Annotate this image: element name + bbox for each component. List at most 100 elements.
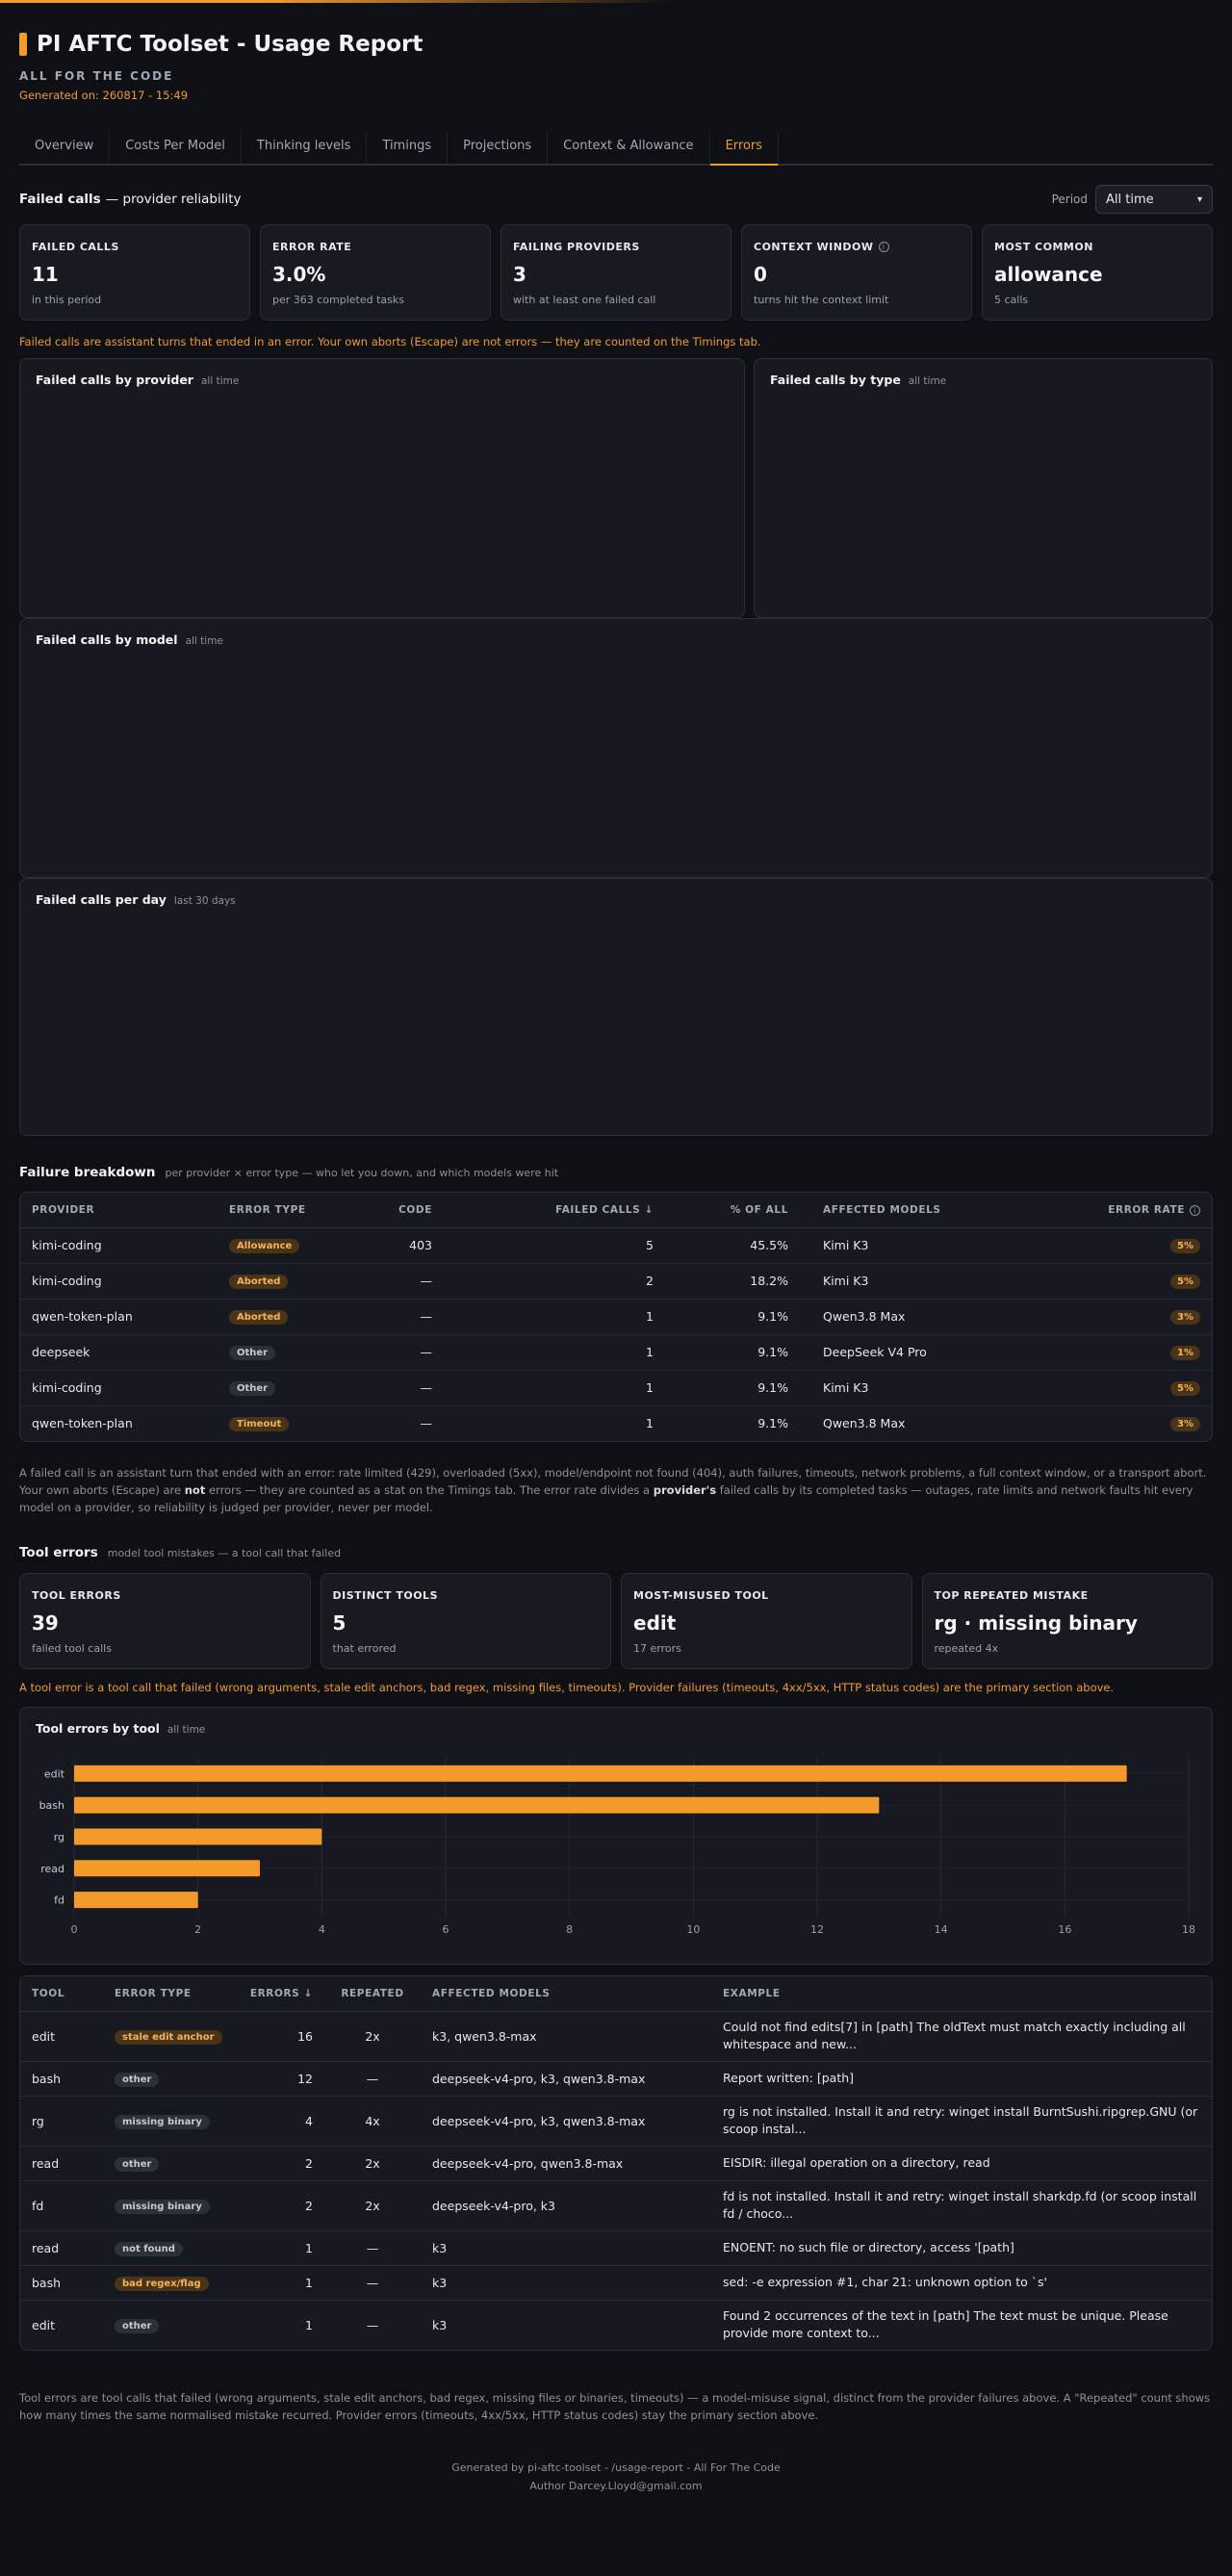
- col-failed-calls[interactable]: FAILED CALLS ↓: [444, 1193, 665, 1228]
- stat-card-value: allowance: [994, 263, 1103, 286]
- section-title: Tool errors: [19, 1545, 98, 1560]
- section-title: Failure breakdown: [19, 1165, 156, 1180]
- col-affected-models[interactable]: AFFECTED MODELS: [421, 1976, 711, 2012]
- cell-affected-models: deepseek-v4-pro, k3: [421, 2180, 711, 2231]
- panel-title: Failed calls per day: [36, 892, 167, 907]
- panel-title: Failed calls by type: [770, 373, 901, 387]
- error-type-badge: Other: [229, 1346, 276, 1360]
- cell-example: Could not find edits[7] in [path] The ol…: [711, 2011, 1212, 2062]
- table-row: fd missing binary 2 2x deepseek-v4-pro, k3 fd…: [20, 2180, 1212, 2231]
- table-row: qwen-token-plan Timeout — 1 9.1% Qwen3.8 Max 3…: [20, 1405, 1212, 1441]
- footer-generated-by: Generated by pi-aftc-toolset - /usage-re…: [451, 2461, 781, 2474]
- section-note: model tool mistakes — a tool call that f…: [107, 1546, 342, 1559]
- stat-card-most-misused-tool: MOST-MISUSED TOOL edit 17 errors: [621, 1573, 912, 1669]
- table-row: rg missing binary 4 4x deepseek-v4-pro, k3, …: [20, 2096, 1212, 2147]
- stat-card-tool-errors: TOOL ERRORS 39 failed tool calls: [19, 1573, 311, 1669]
- col-error-rate[interactable]: ERROR RATE i: [1040, 1193, 1212, 1228]
- cell-error-type: not found: [103, 2230, 238, 2266]
- cell-error-type: Allowance: [218, 1227, 352, 1264]
- table-row: deepseek Other —1 9.1% DeepSeek V4 Pro 1%: [20, 1334, 1212, 1371]
- x-tick-label: 12: [810, 1923, 824, 1936]
- error-type-badge: Other: [229, 1381, 276, 1396]
- cell-error-type: other: [103, 2061, 238, 2097]
- cell-provider: kimi-coding: [20, 1227, 218, 1264]
- x-tick-label: 10: [686, 1923, 700, 1936]
- tab-projections[interactable]: Projections: [448, 133, 549, 164]
- table-row: kimi-coding Other —1 9.1% Kimi K3 5%: [20, 1370, 1212, 1406]
- cell-errors: 1: [238, 2230, 324, 2266]
- error-type-badge: missing binary: [115, 2114, 210, 2129]
- cell-error-rate: 3%: [1040, 1299, 1212, 1335]
- tab-costs-per-model[interactable]: Costs Per Model: [110, 133, 242, 164]
- cell-error-type: missing binary: [103, 2096, 238, 2147]
- cell-errors: 12: [238, 2061, 324, 2097]
- generated-timestamp: Generated on: 260817 - 15:49: [19, 89, 189, 102]
- page-title: PI AFTC Toolset - Usage Report: [37, 32, 424, 57]
- cell-affected-models: DeepSeek V4 Pro: [800, 1334, 1040, 1371]
- stat-card-value: edit: [633, 1611, 677, 1635]
- tab-errors[interactable]: Errors: [709, 133, 780, 166]
- error-type-badge: Aborted: [229, 1275, 289, 1289]
- cell-error-type: Other: [218, 1370, 352, 1406]
- error-rate-badge: 5%: [1170, 1381, 1200, 1396]
- x-tick-label: 14: [935, 1923, 948, 1936]
- cell-repeated: 2x: [324, 2180, 421, 2231]
- cell-error-type: missing binary: [103, 2180, 238, 2231]
- failed-calls-cards: FAILED CALLS 11 in this period ERROR RAT…: [19, 224, 1213, 321]
- error-rate-badge: 5%: [1170, 1239, 1200, 1253]
- col-errors[interactable]: ERRORS ↓: [238, 1976, 324, 2012]
- top-accent-line: [0, 0, 674, 3]
- info-icon[interactable]: i: [1190, 1204, 1200, 1216]
- cell-error-type: bad regex/flag: [103, 2265, 238, 2301]
- stat-card-label: FAILING PROVIDERS: [513, 241, 640, 253]
- cell-repeated: —: [324, 2230, 421, 2266]
- cell-repeated: 2x: [324, 2146, 421, 2181]
- col-provider[interactable]: PROVIDER: [20, 1193, 218, 1228]
- panel-note: all time: [185, 635, 223, 647]
- title-accent-bar: [19, 33, 27, 56]
- tab-timings[interactable]: Timings: [367, 133, 449, 164]
- stat-card-value: 0: [754, 263, 767, 286]
- stat-card-value: 5: [332, 1611, 346, 1635]
- cell-tool: rg: [20, 2096, 103, 2147]
- col-percent[interactable]: % OF ALL: [665, 1193, 800, 1228]
- stat-card-label: MOST-MISUSED TOOL: [633, 1589, 769, 1602]
- cell-error-rate: 1%: [1040, 1334, 1212, 1371]
- cell-repeated: —: [366, 2317, 379, 2332]
- tab-context-allowance[interactable]: Context & Allowance: [548, 133, 710, 164]
- stat-card-label: TOOL ERRORS: [32, 1589, 121, 1602]
- tab-thinking-levels[interactable]: Thinking levels: [242, 133, 368, 164]
- y-tick-label: fd: [54, 1894, 64, 1907]
- failed-calls-title-suffix: — provider reliability: [105, 192, 242, 207]
- cell-example: Found 2 occurrences of the text in [path…: [723, 2308, 1168, 2341]
- cell-error-type: other: [103, 2146, 238, 2181]
- cell-errors: 16: [238, 2011, 324, 2062]
- col-example[interactable]: EXAMPLE: [711, 1976, 1212, 2012]
- info-icon[interactable]: i: [878, 242, 889, 252]
- cell-repeated: —: [324, 2061, 421, 2097]
- col-affected-models[interactable]: AFFECTED MODELS: [800, 1193, 1040, 1228]
- stat-card-label: DISTINCT TOOLS: [332, 1589, 438, 1602]
- panel-failed-by-type: Failed calls by type all time: [754, 358, 1213, 618]
- col-repeated[interactable]: REPEATED: [324, 1976, 421, 2012]
- tab-overview[interactable]: Overview: [19, 133, 111, 164]
- error-type-badge: other: [115, 2156, 160, 2172]
- period-select[interactable]: All time ▾: [1095, 185, 1213, 214]
- col-code[interactable]: CODE: [352, 1193, 444, 1228]
- stat-card-sub: 5 calls: [994, 294, 1029, 306]
- failed-calls-note: Failed calls are assistant turns that en…: [19, 335, 761, 348]
- stat-card-label: FAILED CALLS: [32, 241, 119, 253]
- y-tick-label: read: [40, 1863, 64, 1875]
- y-tick-label: bash: [39, 1799, 64, 1812]
- col-tool[interactable]: TOOL: [20, 1976, 103, 2012]
- failure-breakdown-table: PROVIDER ERROR TYPE CODE FAILED CALLS ↓ …: [19, 1192, 1213, 1442]
- col-error-type[interactable]: ERROR TYPE: [218, 1193, 352, 1228]
- x-tick-label: 18: [1182, 1923, 1195, 1936]
- col-error-type[interactable]: ERROR TYPE: [103, 1976, 238, 2012]
- cell-error-type: other: [103, 2300, 238, 2350]
- stat-card-sub: turns hit the context limit: [754, 294, 889, 306]
- section-note: per provider × error type — who let you …: [165, 1166, 559, 1179]
- failure-breakdown-footnote: A failed call is an assistant turn that …: [19, 1466, 1207, 1514]
- cell-errors: 4: [238, 2096, 324, 2147]
- panel-tool-errors-by-tool: Tool errors by tool all time 0 2 4 6 8 10 12 14…: [19, 1707, 1213, 1965]
